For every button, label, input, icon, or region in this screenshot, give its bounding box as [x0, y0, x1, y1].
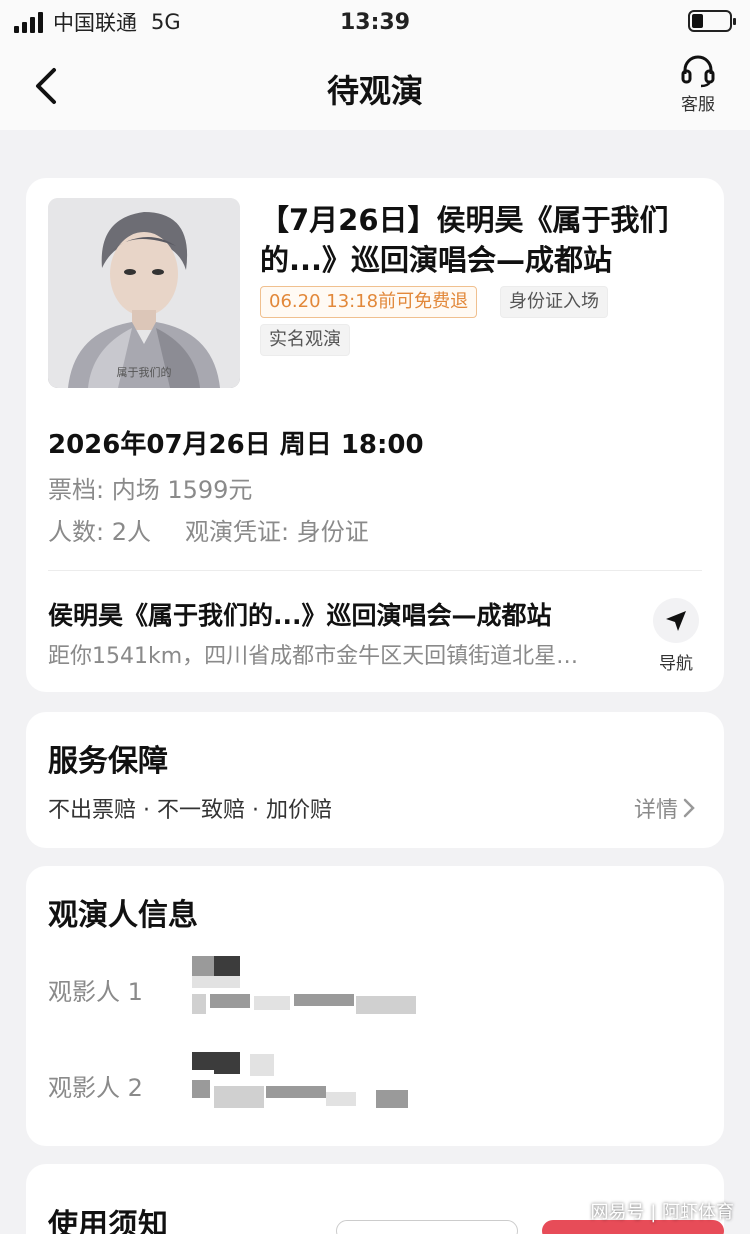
divider — [48, 570, 702, 571]
navigate-button[interactable]: 导航 — [648, 598, 704, 674]
refund-deadline-tag: 06.20 13:18前可免费退 — [260, 286, 478, 318]
ticket-tier: 票档: 内场 1599元 — [48, 476, 253, 504]
event-poster[interactable]: 属于我们的 — [48, 198, 240, 388]
customer-service-button[interactable]: 客服 — [668, 54, 728, 120]
show-datetime: 2026年07月26日 周日 18:00 — [48, 430, 424, 460]
service-guarantee-card[interactable]: 服务保障 不出票赔 · 不一致赔 · 加价赔 详情 — [26, 712, 724, 848]
battery-icon — [688, 10, 736, 32]
viewer-label: 观影人 1 — [48, 978, 143, 1006]
venue-address[interactable]: 距你1541km，四川省成都市金牛区天回镇街道北星… — [48, 638, 630, 670]
watermark: 网易号 | 阿虾体育 — [590, 1202, 734, 1223]
order-card: 属于我们的 【7月26日】侯明昊《属于我们的...》巡回演唱会—成都站 06.2… — [26, 178, 724, 692]
people-count: 人数: 2人 — [48, 518, 151, 546]
navigate-icon-wrap — [653, 598, 699, 643]
status-bar: 中国联通 5G 13:39 — [0, 0, 750, 44]
navigation-arrow-icon — [666, 610, 686, 631]
carrier-name: 中国联通 — [53, 11, 137, 35]
page-title: 待观演 — [326, 72, 423, 110]
service-title: 服务保障 — [48, 744, 168, 779]
chevron-right-icon — [683, 798, 695, 818]
details-link[interactable]: 详情 — [634, 792, 696, 824]
credential: 观演凭证: 身份证 — [184, 518, 369, 546]
viewer-info-title: 观演人信息 — [48, 898, 198, 933]
signal-strength-icon — [14, 11, 43, 33]
guarantee-list: 不出票赔 · 不一致赔 · 加价赔 — [48, 798, 332, 823]
details-label: 详情 — [633, 798, 678, 823]
battery-level — [692, 14, 703, 28]
poster-caption: 属于我们的 — [116, 366, 172, 379]
real-name-tag: 实名观演 — [260, 324, 350, 356]
notice-title: 使用须知 — [48, 1208, 168, 1234]
venue-name[interactable]: 侯明昊《属于我们的...》巡回演唱会—成都站 — [48, 596, 552, 632]
show-title[interactable]: 【7月26日】侯明昊《属于我们的...》巡回演唱会—成都站 — [260, 200, 700, 280]
id-entry-tag: 身份证入场 — [500, 286, 608, 318]
customer-service-label: 客服 — [681, 95, 715, 115]
network-type: 5G — [151, 10, 181, 34]
artist-poster-image — [48, 198, 240, 388]
headset-icon — [681, 55, 715, 88]
viewer-label: 观影人 2 — [48, 1074, 143, 1102]
secondary-action-button[interactable] — [336, 1220, 518, 1234]
nav-bar: 待观演 客服 — [0, 44, 750, 130]
viewer-info-card: 观演人信息 观影人 1 观影人 2 — [26, 866, 724, 1146]
people-credential-line: 人数: 2人 观演凭证: 身份证 — [48, 512, 369, 547]
navigate-label: 导航 — [659, 654, 693, 674]
